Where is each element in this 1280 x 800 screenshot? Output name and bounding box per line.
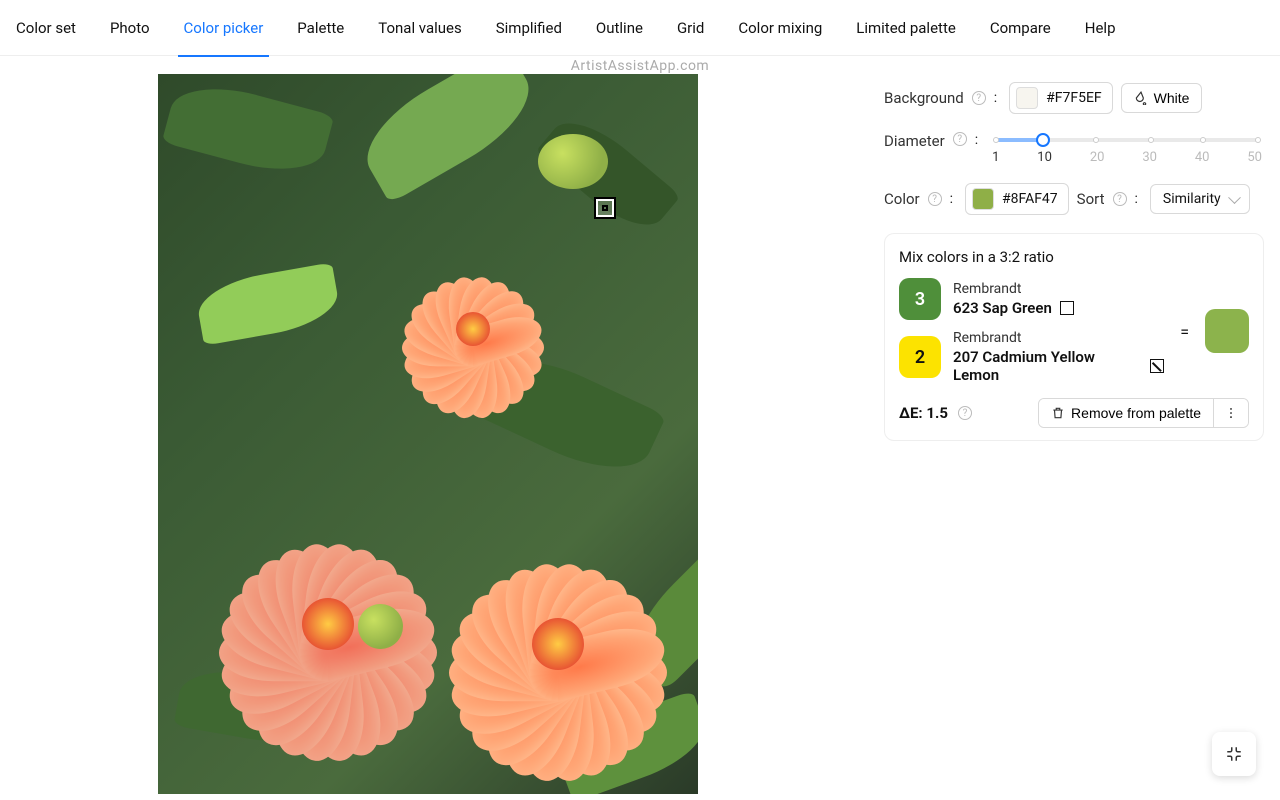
more-actions-button[interactable] bbox=[1213, 399, 1248, 427]
diameter-label: Diameter bbox=[884, 132, 945, 150]
controls-panel: Background ? : #F7F5EF White Diameter ? … bbox=[884, 74, 1264, 794]
opaque-icon bbox=[1060, 301, 1074, 315]
tab-compare[interactable]: Compare bbox=[990, 0, 1051, 56]
paint-brand: Rembrandt bbox=[953, 330, 1164, 346]
background-hex-value: #F7F5EF bbox=[1046, 90, 1102, 106]
diameter-slider[interactable]: 11020304050 bbox=[990, 132, 1264, 165]
tab-palette[interactable]: Palette bbox=[297, 0, 344, 56]
set-white-button[interactable]: White bbox=[1121, 83, 1203, 113]
ratio-chip: 3 bbox=[899, 278, 941, 320]
photo-canvas[interactable] bbox=[158, 74, 698, 794]
target-color-swatch bbox=[972, 188, 994, 210]
color-mix-card: Mix colors in a 3:2 ratio 3 Rembrandt 623 … bbox=[884, 233, 1264, 441]
watermark: ArtistAssistApp.com bbox=[571, 58, 709, 74]
tab-help[interactable]: Help bbox=[1085, 0, 1116, 56]
tab-color-set[interactable]: Color set bbox=[16, 0, 76, 56]
mix-component: 2 Rembrandt 207 Cadmium Yellow Lemon bbox=[899, 330, 1164, 384]
remove-from-palette-button[interactable]: Remove from palette bbox=[1039, 399, 1213, 427]
tab-photo[interactable]: Photo bbox=[110, 0, 150, 56]
color-label: Color bbox=[884, 190, 920, 208]
tab-simplified[interactable]: Simplified bbox=[496, 0, 562, 56]
background-swatch bbox=[1016, 87, 1038, 109]
help-icon[interactable]: ? bbox=[928, 192, 942, 206]
help-icon[interactable]: ? bbox=[958, 406, 972, 420]
sort-select[interactable]: Similarity bbox=[1150, 184, 1250, 214]
tab-color-mixing[interactable]: Color mixing bbox=[738, 0, 822, 56]
exit-fullscreen-button[interactable] bbox=[1212, 732, 1256, 776]
tab-limited-palette[interactable]: Limited palette bbox=[856, 0, 956, 56]
target-color-hex: #8FAF47 bbox=[1002, 191, 1058, 207]
fill-icon bbox=[1134, 91, 1148, 105]
tab-grid[interactable]: Grid bbox=[677, 0, 704, 56]
color-sampler-marker[interactable] bbox=[596, 199, 614, 217]
help-icon[interactable]: ? bbox=[953, 132, 967, 146]
more-vertical-icon bbox=[1224, 406, 1238, 420]
sort-label: Sort bbox=[1077, 190, 1105, 208]
top-tabs: Color set Photo Color picker Palette Tonal v… bbox=[0, 0, 1280, 56]
tab-tonal-values[interactable]: Tonal values bbox=[378, 0, 462, 56]
mix-title: Mix colors in a 3:2 ratio bbox=[899, 248, 1249, 266]
paint-brand: Rembrandt bbox=[953, 281, 1074, 297]
mix-component: 3 Rembrandt 623 Sap Green bbox=[899, 278, 1164, 320]
trash-icon bbox=[1051, 406, 1065, 420]
help-icon[interactable]: ? bbox=[972, 91, 986, 105]
tab-color-picker[interactable]: Color picker bbox=[184, 0, 264, 56]
background-color-input[interactable]: #F7F5EF bbox=[1009, 82, 1113, 114]
delta-e-value: ΔE: 1.5 bbox=[899, 404, 948, 422]
ratio-chip: 2 bbox=[899, 336, 941, 378]
background-label: Background bbox=[884, 89, 964, 107]
paint-name: 623 Sap Green bbox=[953, 299, 1074, 317]
tab-outline[interactable]: Outline bbox=[596, 0, 643, 56]
equals-sign: = bbox=[1180, 322, 1189, 341]
help-icon[interactable]: ? bbox=[1113, 192, 1127, 206]
minimize-icon bbox=[1225, 745, 1243, 763]
semi-transparent-icon bbox=[1150, 359, 1164, 373]
paint-name: 207 Cadmium Yellow Lemon bbox=[953, 348, 1164, 384]
mix-result-swatch bbox=[1205, 309, 1249, 353]
target-color-input[interactable]: #8FAF47 bbox=[965, 183, 1069, 215]
slider-handle[interactable] bbox=[1036, 133, 1050, 147]
